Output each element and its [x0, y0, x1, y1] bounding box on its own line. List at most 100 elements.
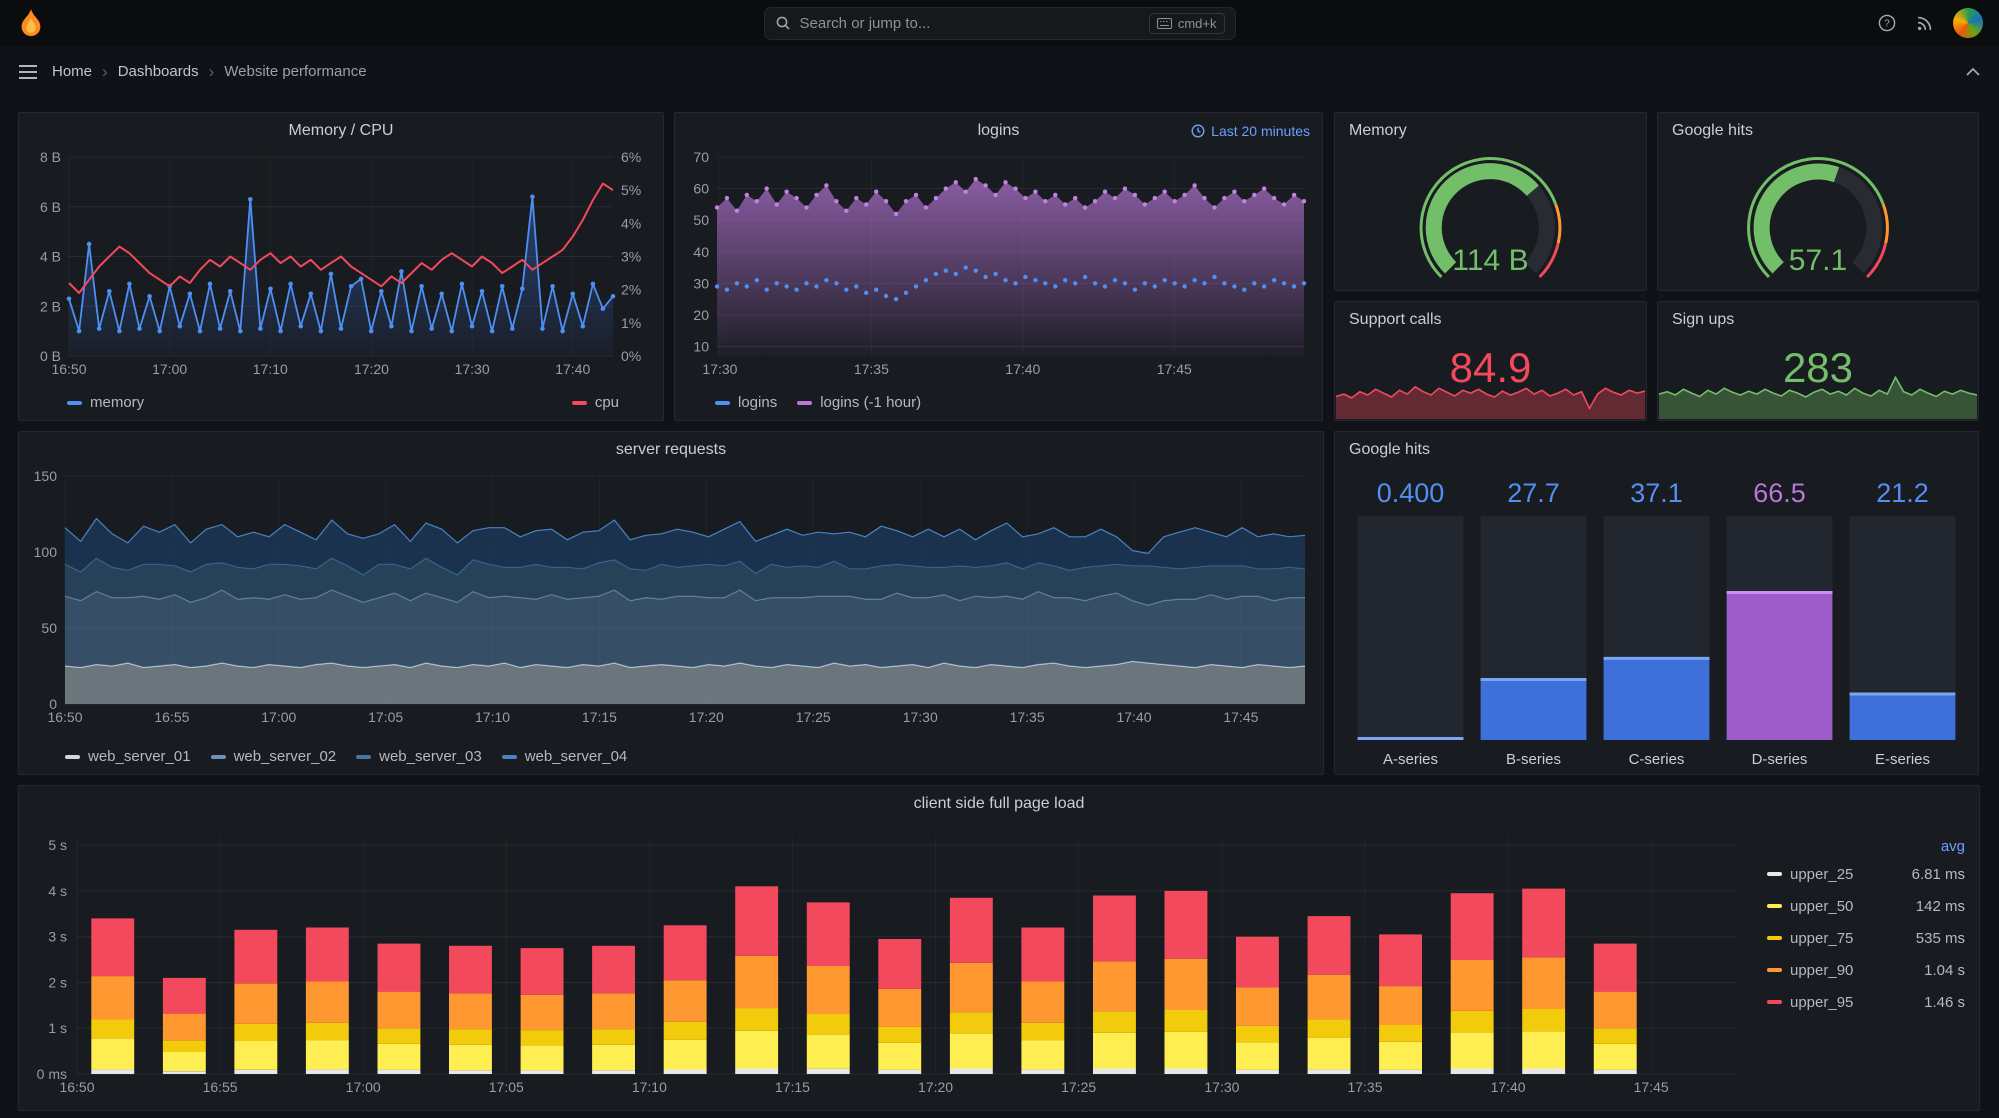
svg-text:17:05: 17:05	[489, 1079, 524, 1095]
svg-text:0.400: 0.400	[1377, 478, 1445, 508]
page-load-chart: 16:50 16:55 17:00 17:05 17:10 17:15 17:20 17:25…	[21, 826, 1977, 1104]
legend-label[interactable]: upper_50	[1790, 898, 1916, 915]
svg-text:50: 50	[41, 620, 57, 636]
legend-value: 6.81 ms	[1911, 865, 1965, 883]
memory-cpu-chart: 16:50 17:00 17:10 17:20 17:30 17:40 0 B2 B4 B6…	[21, 149, 661, 378]
svg-text:150: 150	[34, 468, 58, 484]
legend: memory cpu	[67, 394, 619, 411]
gauge-value: 114 B	[1452, 244, 1529, 277]
panel-title[interactable]: Memory / CPU	[19, 113, 663, 149]
legend-row-upper-50: upper_50 142 ms	[1767, 890, 1965, 922]
legend-label: web_server_04	[524, 748, 628, 765]
svg-text:3%: 3%	[621, 249, 641, 265]
svg-text:6%: 6%	[621, 149, 641, 165]
svg-text:B-series: B-series	[1506, 751, 1561, 768]
svg-text:17:30: 17:30	[903, 709, 938, 725]
svg-text:2 s: 2 s	[48, 974, 67, 990]
svg-text:17:15: 17:15	[775, 1079, 810, 1095]
help-button[interactable]: ?	[1878, 14, 1896, 32]
panel-title[interactable]: Memory	[1335, 113, 1646, 149]
legend-label: memory	[90, 394, 145, 411]
legend-value: 535 ms	[1915, 929, 1965, 947]
legend-label: web_server_03	[379, 748, 482, 765]
svg-text:100: 100	[34, 544, 58, 560]
legend-label[interactable]: upper_75	[1790, 930, 1916, 947]
grafana-dashboard: Search or jump to... cmd+k ? Home › Dash…	[0, 0, 1999, 1118]
breadcrumb-home[interactable]: Home	[52, 63, 92, 80]
panel-title[interactable]: client side full page load	[19, 786, 1979, 822]
svg-text:40: 40	[693, 244, 709, 260]
svg-text:3 s: 3 s	[48, 929, 67, 945]
svg-text:17:05: 17:05	[368, 709, 403, 725]
hamburger-icon	[19, 64, 37, 79]
chevron-right-icon: ›	[102, 61, 108, 81]
svg-text:?: ?	[1884, 19, 1890, 30]
stat-value: 283	[1782, 344, 1854, 391]
series-color-marker	[1767, 936, 1782, 940]
legend-item-web-server-03[interactable]: web_server_03	[356, 748, 482, 765]
svg-text:17:30: 17:30	[702, 361, 737, 377]
panel-title[interactable]: Google hits	[1335, 432, 1978, 468]
panel-page-load: client side full page load 16:50 16:55 17:…	[18, 785, 1980, 1111]
series-color-marker	[501, 754, 517, 759]
legend-item-web-server-02[interactable]: web_server_02	[210, 748, 336, 765]
svg-text:17:35: 17:35	[1010, 709, 1045, 725]
breadcrumb-bar: Home › Dashboards › Website performance	[0, 46, 1999, 97]
panel-logins: logins Last 20 minutes 17:30 17:35 17:40 17…	[674, 112, 1323, 421]
svg-text:17:35: 17:35	[854, 361, 889, 377]
panel-title[interactable]: Sign ups	[1658, 302, 1978, 338]
stat-value: 84.9	[1449, 344, 1532, 391]
legend-label[interactable]: upper_95	[1790, 994, 1924, 1011]
svg-text:0 ms: 0 ms	[37, 1066, 67, 1082]
legend-item-logins[interactable]: logins	[715, 394, 777, 411]
svg-text:17:15: 17:15	[582, 709, 617, 725]
series-color-marker	[797, 400, 813, 405]
svg-text:17:10: 17:10	[475, 709, 510, 725]
legend-item-memory[interactable]: memory	[67, 394, 144, 411]
svg-text:17:45: 17:45	[1157, 361, 1192, 377]
svg-text:17:40: 17:40	[1005, 361, 1040, 377]
series-color-marker	[715, 400, 730, 405]
time-range-label: Last 20 minutes	[1211, 123, 1310, 139]
legend: logins logins (-1 hour)	[715, 394, 921, 411]
panel-google-hits-gauge: Google hits 57.1	[1657, 112, 1979, 291]
collapse-controls-button[interactable]	[1965, 67, 1981, 77]
svg-text:17:25: 17:25	[796, 709, 831, 725]
news-button[interactable]	[1916, 15, 1933, 32]
svg-text:60: 60	[693, 181, 709, 197]
legend-row-upper-95: upper_95 1.46 s	[1767, 986, 1965, 1018]
grafana-logo[interactable]	[16, 8, 46, 38]
legend: web_server_01 web_server_02 web_server_0…	[65, 748, 627, 765]
svg-text:10: 10	[693, 339, 709, 355]
legend-item-web-server-04[interactable]: web_server_04	[501, 748, 628, 765]
search-bar[interactable]: Search or jump to... cmd+k	[763, 6, 1236, 40]
legend-label[interactable]: upper_25	[1790, 866, 1912, 883]
panel-title[interactable]: server requests	[19, 432, 1323, 468]
svg-text:1%: 1%	[621, 315, 641, 331]
svg-text:17:40: 17:40	[555, 361, 590, 377]
series-color-marker	[65, 754, 80, 759]
svg-text:5%: 5%	[621, 182, 641, 198]
panel-title[interactable]: Google hits	[1658, 113, 1978, 149]
svg-text:E-series: E-series	[1875, 751, 1930, 768]
svg-text:17:20: 17:20	[354, 361, 389, 377]
breadcrumb-dashboards[interactable]: Dashboards	[118, 63, 199, 80]
series-color-marker	[1767, 968, 1782, 972]
legend-label[interactable]: upper_90	[1790, 962, 1924, 979]
user-avatar[interactable]	[1953, 8, 1983, 38]
panel-title[interactable]: Support calls	[1335, 302, 1646, 338]
svg-text:17:35: 17:35	[1347, 1079, 1382, 1095]
time-range-indicator[interactable]: Last 20 minutes	[1191, 113, 1310, 149]
svg-text:17:10: 17:10	[253, 361, 288, 377]
nav-actions: ?	[1878, 8, 1983, 38]
legend-item-web-server-01[interactable]: web_server_01	[65, 748, 191, 765]
legend-value: 1.46 s	[1924, 993, 1965, 1011]
legend-item-logins-1h[interactable]: logins (-1 hour)	[797, 394, 921, 411]
menu-toggle-button[interactable]	[18, 64, 38, 80]
svg-text:D-series: D-series	[1752, 751, 1808, 768]
gauge-value: 57.1	[1788, 244, 1848, 277]
clock-icon	[1191, 124, 1205, 138]
legend-item-cpu[interactable]: cpu	[571, 394, 619, 411]
dashboard-grid: Memory / CPU 16:50 17:00 17:10 17:20 17:30 17…	[0, 97, 1999, 1118]
panel-memory-cpu: Memory / CPU 16:50 17:00 17:10 17:20 17:30 17…	[18, 112, 664, 421]
